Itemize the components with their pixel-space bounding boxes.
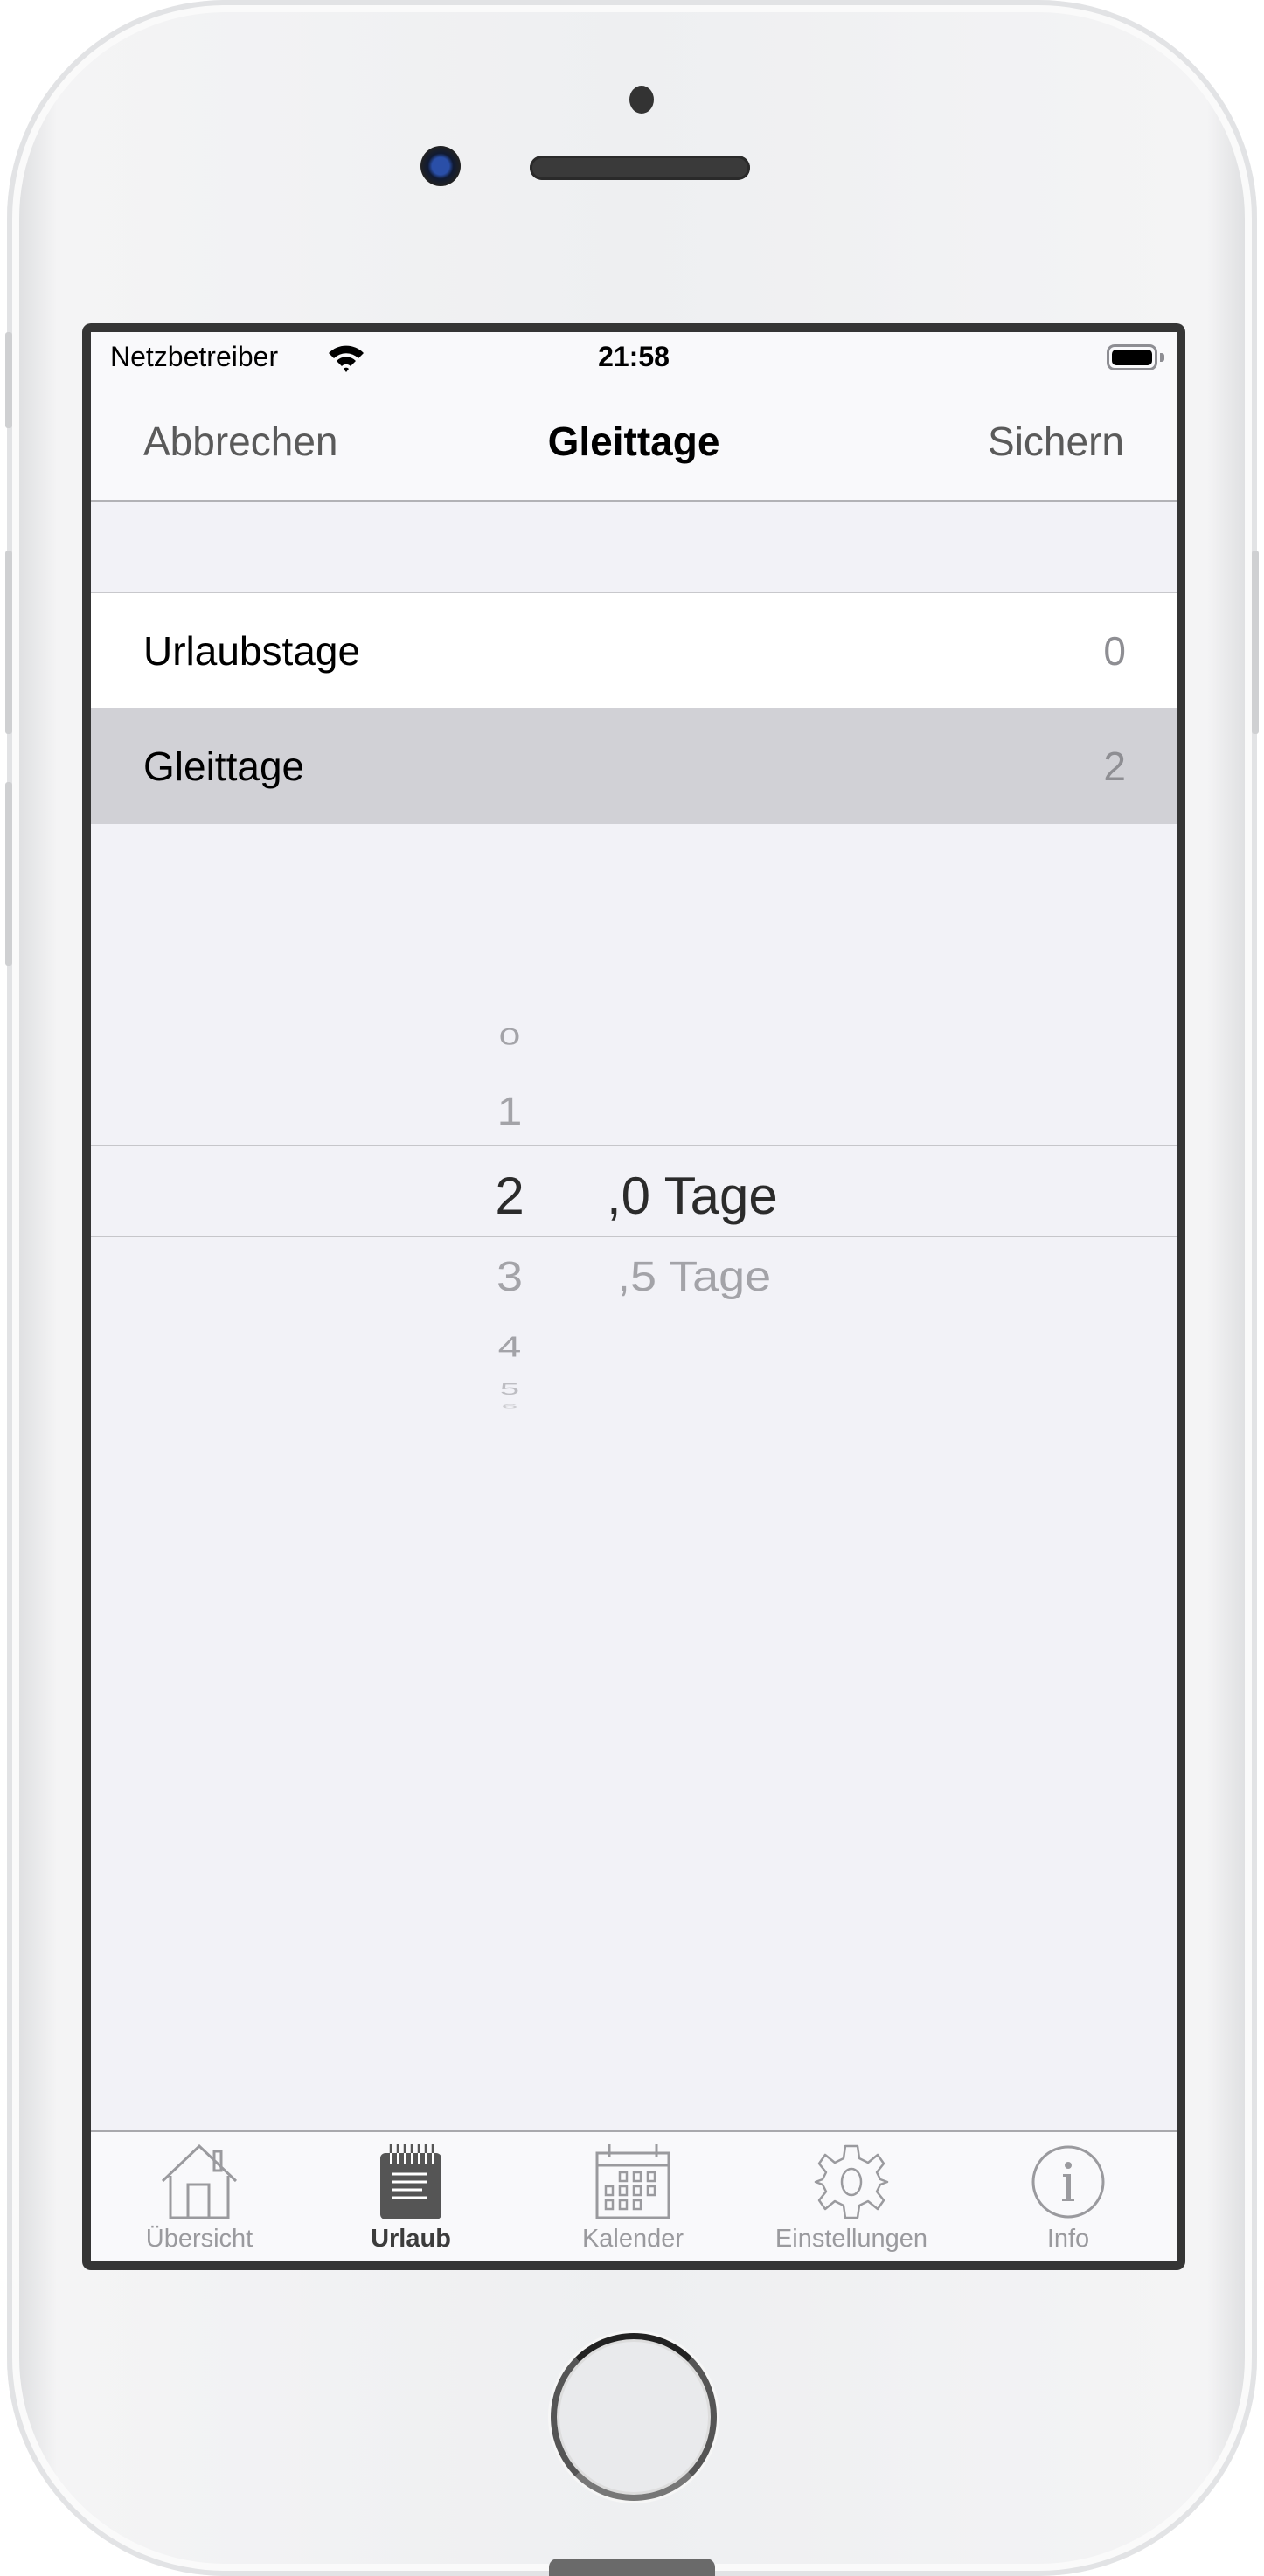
row-label: Gleittage (143, 743, 305, 789)
picker-fraction-option[interactable]: ,5 Tage (617, 1252, 771, 1301)
calendar-icon (595, 2144, 670, 2219)
tab-label: Info (1046, 2225, 1090, 2253)
picker-number-option[interactable]: 1 (475, 1089, 545, 1135)
tab-kalender[interactable]: Kalender (545, 2132, 720, 2261)
house-icon (161, 2144, 238, 2219)
picker-number-option[interactable]: 3 (475, 1252, 545, 1301)
picker-number-option[interactable]: 0 (475, 1024, 545, 1050)
status-bar: Netzbetreiber 21:58 (91, 332, 1177, 384)
picker-number-selected[interactable]: 2 (475, 1166, 545, 1226)
screen: Netzbetreiber 21:58 Abbrechen Gleittage … (91, 332, 1177, 2261)
navigation-bar: Abbrechen Gleittage Sichern (91, 384, 1177, 502)
home-button[interactable] (551, 2333, 717, 2501)
lightning-port (549, 2559, 715, 2576)
mute-switch (5, 332, 12, 428)
picker-fraction-selected[interactable]: ,0 Tage (607, 1166, 778, 1226)
days-picker[interactable]: 0 1 2 3 4 5 6 ,0 Tage ,5 Tage (91, 944, 1177, 1433)
tab-label: Kalender (581, 2225, 684, 2253)
battery-full-icon (1107, 344, 1157, 370)
picker-selection-top-line (91, 1145, 1177, 1146)
table-row-gleittage[interactable]: Gleittage 2 (91, 708, 1177, 824)
volume-up-button (5, 551, 12, 734)
info-icon (1031, 2145, 1105, 2219)
picker-number-option[interactable]: 5 (475, 1381, 545, 1398)
volume-down-button (5, 782, 12, 966)
power-button (1252, 551, 1259, 734)
tab-uebersicht[interactable]: Übersicht (112, 2132, 287, 2261)
save-button[interactable]: Sichern (988, 418, 1124, 465)
tab-label: Urlaub (371, 2225, 451, 2253)
cancel-button[interactable]: Abbrechen (143, 418, 338, 465)
tab-einstellungen[interactable]: Einstellungen (764, 2132, 939, 2261)
proximity-sensor (629, 86, 654, 114)
battery-fill (1112, 350, 1152, 365)
row-value: 2 (1103, 743, 1126, 789)
tab-info[interactable]: Info (981, 2132, 1156, 2261)
tab-label: Übersicht (145, 2225, 253, 2253)
notepad-icon (380, 2144, 441, 2219)
days-table: Urlaubstage 0 Gleittage 2 (91, 592, 1177, 824)
row-label: Urlaubstage (143, 627, 361, 674)
picker-selection-bottom-line (91, 1236, 1177, 1237)
clock: 21:58 (598, 341, 670, 372)
row-value: 0 (1103, 627, 1126, 674)
earpiece-speaker (530, 156, 750, 180)
front-camera (420, 146, 461, 186)
picker-number-option[interactable]: 6 (475, 1403, 545, 1409)
picker-number-option[interactable]: 4 (475, 1330, 545, 1364)
gear-icon (814, 2144, 889, 2219)
tab-bar: Übersicht Urlaub Kalender Einstellungen … (91, 2130, 1177, 2261)
tab-urlaub[interactable]: Urlaub (323, 2132, 498, 2261)
table-row-urlaubstage[interactable]: Urlaubstage 0 (91, 593, 1177, 708)
battery-tip (1160, 353, 1164, 362)
tab-label: Einstellungen (774, 2225, 928, 2253)
